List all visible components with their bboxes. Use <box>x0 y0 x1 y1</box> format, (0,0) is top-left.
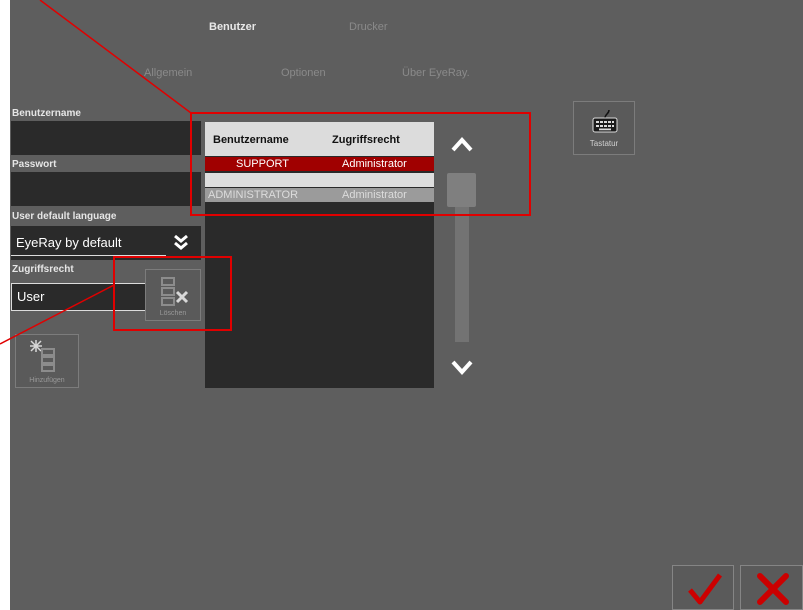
annotation-box-delete-button <box>113 256 232 331</box>
annotation-box-user-list <box>190 112 531 216</box>
